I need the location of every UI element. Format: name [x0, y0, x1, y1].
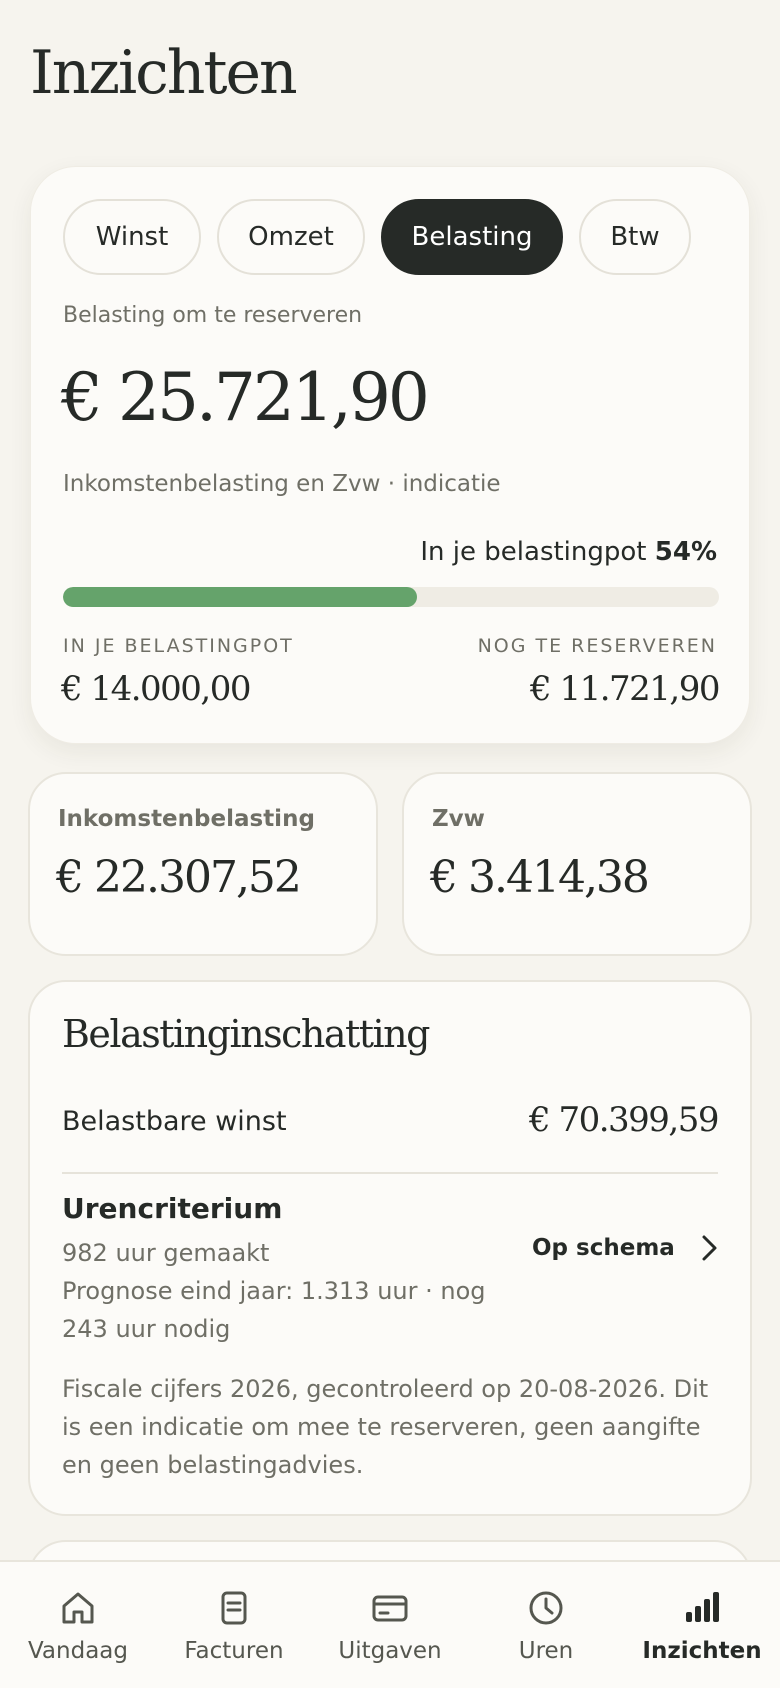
- nav-item-inzichten[interactable]: Inzichten: [627, 1562, 777, 1688]
- nav-label-vandaag: Vandaag: [27, 1638, 128, 1664]
- divider: [62, 1172, 718, 1174]
- bar-chart-icon: [686, 1592, 719, 1622]
- pot-percentage-line: In je belastingpot 54%: [420, 537, 717, 567]
- tab-omzet[interactable]: Omzet: [217, 199, 365, 275]
- zvw-card[interactable]: Zvw € 3.414,38: [402, 772, 752, 956]
- on-schedule-link[interactable]: Op schema: [532, 1218, 722, 1278]
- pot-progress-fill: [63, 587, 418, 607]
- tax-summary-card: Winst Omzet Belasting Btw Belasting om t…: [30, 166, 750, 744]
- on-schedule-label: Op schema: [532, 1235, 675, 1261]
- estimate-title: Belastinginschatting: [62, 1012, 430, 1056]
- zvw-label: Zvw: [432, 806, 485, 832]
- nav-label-uitgaven: Uitgaven: [338, 1638, 442, 1664]
- tab-winst[interactable]: Winst: [63, 199, 201, 275]
- to-reserve-amount: € 11.721,90: [530, 669, 720, 709]
- pot-label: In je belastingpot: [420, 537, 647, 567]
- taxable-profit-value: € 70.399,59: [529, 1100, 719, 1140]
- clock-icon: [529, 1591, 563, 1625]
- taxable-profit-label: Belastbare winst: [62, 1106, 287, 1137]
- nav-label-uren: Uren: [518, 1638, 574, 1664]
- nav-item-facturen[interactable]: Facturen: [159, 1562, 309, 1688]
- income-tax-card[interactable]: Inkomstenbelasting € 22.307,52: [28, 772, 378, 956]
- reserve-label: Belasting om te reserveren: [63, 303, 363, 328]
- insight-tabs: Winst Omzet Belasting Btw: [63, 199, 691, 275]
- chevron-right-icon: [702, 1235, 717, 1261]
- nav-item-uitgaven[interactable]: Uitgaven: [315, 1562, 465, 1688]
- pot-progress-bar: [63, 587, 719, 607]
- in-pot-amount: € 14.000,00: [61, 669, 251, 709]
- tax-estimate-card: Belastinginschatting Belastbare winst € …: [28, 980, 752, 1516]
- nav-item-vandaag[interactable]: Vandaag: [3, 1562, 153, 1688]
- tab-belasting[interactable]: Belasting: [381, 199, 563, 275]
- pot-percent: 54%: [654, 537, 717, 567]
- reserve-amount: € 25.721,90: [61, 359, 430, 436]
- income-tax-label: Inkomstenbelasting: [58, 806, 315, 832]
- bottom-navigation: Vandaag Facturen Uitgaven Uren Inzichten: [0, 1560, 780, 1688]
- hours-forecast-text: Prognose eind jaar: 1.313 uur · nog 243 …: [62, 1277, 486, 1343]
- nav-item-uren[interactable]: Uren: [471, 1562, 621, 1688]
- home-icon: [62, 1592, 94, 1624]
- to-reserve-caption: NOG TE RESERVEREN: [477, 635, 717, 657]
- income-tax-amount: € 22.307,52: [56, 852, 302, 903]
- hours-criterion-title: Urencriterium: [62, 1192, 283, 1225]
- hours-made-text: 982 uur gemaakt: [62, 1239, 270, 1267]
- disclaimer-text: Fiscale cijfers 2026, gecontroleerd op 2…: [62, 1375, 709, 1479]
- in-pot-caption: IN JE BELASTINGPOT: [63, 635, 294, 657]
- nav-label-facturen: Facturen: [184, 1638, 284, 1664]
- nav-label-inzichten: Inzichten: [642, 1638, 762, 1664]
- card-icon: [372, 1595, 408, 1622]
- zvw-amount: € 3.414,38: [430, 852, 650, 903]
- indication-text: Inkomstenbelasting en Zvw · indicatie: [63, 471, 501, 497]
- document-icon: [221, 1591, 247, 1625]
- tab-btw[interactable]: Btw: [579, 199, 691, 275]
- page-title: Inzichten: [30, 38, 298, 108]
